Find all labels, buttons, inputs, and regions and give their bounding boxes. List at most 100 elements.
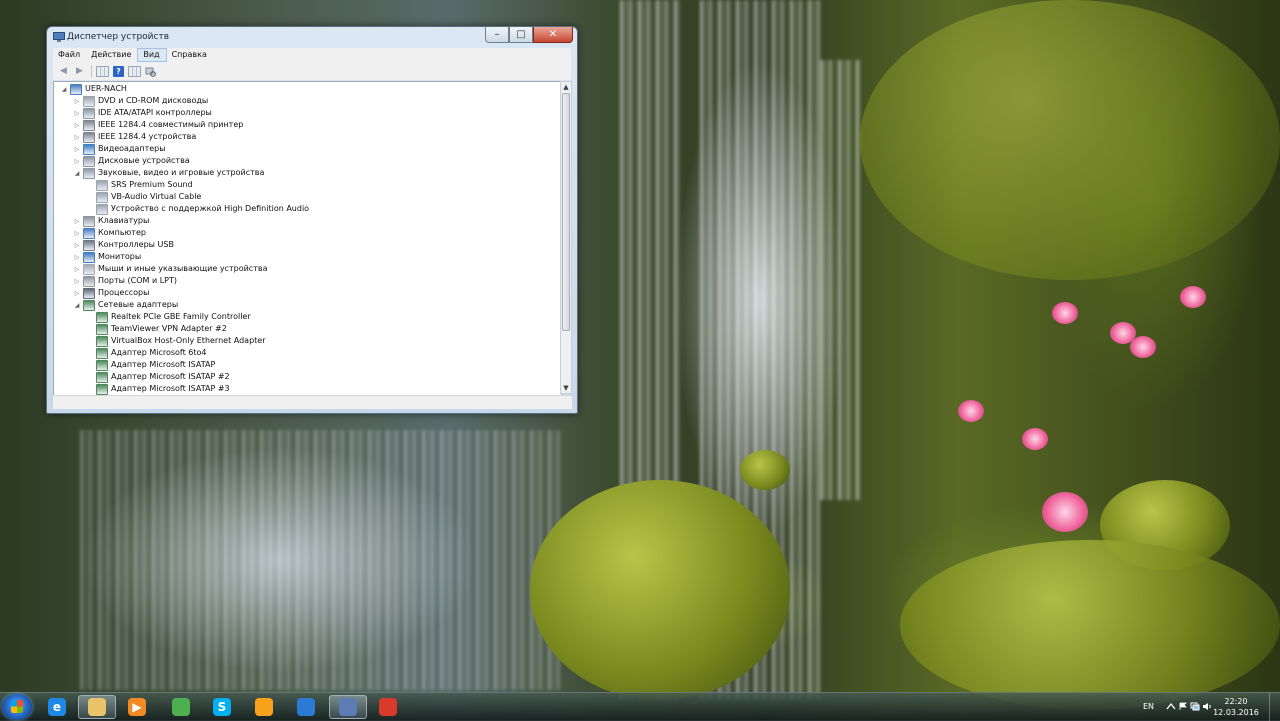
tree-item[interactable]: ▷ IEEE 1284.4 совместимый принтер: [73, 119, 243, 131]
moss-rock-decor: [740, 450, 790, 490]
taskbar-button[interactable]: [245, 695, 283, 719]
scroll-down-icon[interactable]: ▼: [561, 383, 571, 393]
tree-item[interactable]: ◢ Сетевые адаптеры: [73, 299, 178, 311]
tree-item[interactable]: ▷ Порты (COM и LPT): [73, 275, 177, 287]
tree-item[interactable]: ▷ Клавиатуры: [73, 215, 149, 227]
network-adapter-icon: [96, 347, 108, 359]
tree-item-label: Клавиатуры: [98, 216, 150, 225]
network-adapter-icon: [96, 335, 108, 347]
menu-action[interactable]: Действие: [86, 48, 137, 62]
tree-item-label: Адаптер Microsoft ISATAP #3: [111, 384, 230, 393]
system-clock[interactable]: 22:20 12.03.2016: [1206, 696, 1266, 718]
menu-help[interactable]: Справка: [167, 48, 213, 62]
view-grid-icon[interactable]: [128, 65, 141, 77]
vertical-scrollbar[interactable]: ▲ ▼: [560, 81, 572, 394]
tree-collapsed-icon[interactable]: ▷: [73, 266, 81, 273]
network-icon[interactable]: [1190, 702, 1200, 711]
tree-item[interactable]: ▷ IEEE 1284.4 устройства: [73, 131, 196, 143]
tree-collapsed-icon[interactable]: ▷: [73, 158, 81, 165]
toolbar-separator: [91, 65, 92, 77]
tree-item[interactable]: Адаптер Microsoft ISATAP #3: [86, 383, 230, 395]
tree-item[interactable]: ▷ DVD и CD-ROM дисководы: [73, 95, 208, 107]
help-icon[interactable]: ?: [112, 65, 125, 77]
properties-grid-icon[interactable]: [96, 65, 109, 77]
maximize-button[interactable]: □: [509, 27, 533, 43]
tree-item-label: Звуковые, видео и игровые устройства: [98, 168, 265, 177]
tree-item[interactable]: VirtualBox Host-Only Ethernet Adapter: [86, 335, 266, 347]
tree-item-label: Realtek PCIe GBE Family Controller: [111, 312, 251, 321]
close-button[interactable]: ✕: [533, 27, 573, 43]
taskbar-button[interactable]: e: [38, 695, 76, 719]
tree-item[interactable]: ▷ Дисковые устройства: [73, 155, 190, 167]
tree-item[interactable]: ▷ Компьютер: [73, 227, 146, 239]
notification-area: EN 22:20 12.03.2016: [1120, 693, 1280, 721]
action-center-flag-icon[interactable]: [1178, 702, 1188, 711]
title-bar[interactable]: Диспетчер устройств – □ ✕: [47, 27, 577, 49]
tree-item-label: Контроллеры USB: [98, 240, 174, 249]
taskbar-button[interactable]: [369, 695, 407, 719]
tree-collapsed-icon[interactable]: ▷: [73, 146, 81, 153]
device-tree[interactable]: ◢ UER-NACH ▷ DVD и CD-ROM дисководы ▷ IDE ATA…: [53, 81, 562, 396]
tree-collapsed-icon[interactable]: ▷: [73, 278, 81, 285]
show-desktop-button[interactable]: [1269, 693, 1280, 721]
windows-start-orb[interactable]: [2, 694, 32, 720]
tree-item[interactable]: ▷ Мыши и иные указывающие устройства: [73, 263, 267, 275]
tree-item[interactable]: VB-Audio Virtual Cable: [86, 191, 201, 203]
tree-item-label: Видеоадаптеры: [98, 144, 166, 153]
tree-item[interactable]: ▷ IDE ATA/ATAPI контроллеры: [73, 107, 212, 119]
tree-item[interactable]: ▷ Видеоадаптеры: [73, 143, 166, 155]
tree-item[interactable]: Адаптер Microsoft 6to4: [86, 347, 207, 359]
tree-item-label: Мыши и иные указывающие устройства: [98, 264, 268, 273]
tree-item[interactable]: Адаптер Microsoft ISATAP #2: [86, 371, 230, 383]
scroll-up-icon[interactable]: ▲: [561, 82, 571, 92]
scroll-thumb[interactable]: [562, 93, 570, 331]
network-globe-icon: [297, 698, 315, 716]
tree-item-label: VirtualBox Host-Only Ethernet Adapter: [111, 336, 266, 345]
tree-item[interactable]: Адаптер Microsoft ISATAP: [86, 359, 215, 371]
tree-collapsed-icon[interactable]: ▷: [73, 98, 81, 105]
tree-item[interactable]: ◢ UER-NACH: [60, 83, 127, 95]
taskbar-button[interactable]: [287, 695, 325, 719]
tree-collapsed-icon[interactable]: ▷: [73, 230, 81, 237]
tree-collapsed-icon[interactable]: ▷: [73, 242, 81, 249]
tree-collapsed-icon[interactable]: ▷: [73, 290, 81, 297]
taskbar-button[interactable]: ▶: [118, 695, 156, 719]
tree-collapsed-icon[interactable]: ▷: [73, 254, 81, 261]
tree-item-label: IEEE 1284.4 устройства: [98, 132, 197, 141]
back-arrow-icon[interactable]: ◀: [57, 66, 70, 77]
network-adapter-icon: [96, 371, 108, 383]
flower-decor: [1180, 286, 1206, 308]
tree-collapsed-icon[interactable]: ▷: [73, 110, 81, 117]
tree-item[interactable]: Устройство с поддержкой High Definition …: [86, 203, 309, 215]
taskbar-button[interactable]: [162, 695, 200, 719]
taskbar-button[interactable]: S: [203, 695, 241, 719]
tree-item[interactable]: Realtek PCIe GBE Family Controller: [86, 311, 251, 323]
language-indicator[interactable]: EN: [1143, 702, 1154, 711]
tree-item-label: Дисковые устройства: [98, 156, 190, 165]
printer-icon: [83, 131, 95, 143]
disk-drive-icon: [83, 155, 95, 167]
tree-item[interactable]: ▷ Контроллеры USB: [73, 239, 174, 251]
tree-expanded-icon[interactable]: ◢: [60, 86, 68, 93]
forward-arrow-icon[interactable]: ▶: [73, 66, 86, 77]
tree-item[interactable]: ▷ Процессоры: [73, 287, 149, 299]
tree-collapsed-icon[interactable]: ▷: [73, 122, 81, 129]
tree-item-label: IEEE 1284.4 совместимый принтер: [98, 120, 244, 129]
tree-item[interactable]: SRS Premium Sound: [86, 179, 193, 191]
tree-collapsed-icon[interactable]: ▷: [73, 134, 81, 141]
tree-expanded-icon[interactable]: ◢: [73, 302, 81, 309]
tree-item[interactable]: TeamViewer VPN Adapter #2: [86, 323, 227, 335]
tree-item[interactable]: ◢ Звуковые, видео и игровые устройства: [73, 167, 264, 179]
tree-expanded-icon[interactable]: ◢: [73, 170, 81, 177]
tray-arrow-icon[interactable]: [1166, 702, 1176, 711]
taskbar-button[interactable]: [329, 695, 367, 719]
speaker-icon: [96, 179, 108, 191]
scan-hardware-icon[interactable]: [144, 66, 157, 77]
tree-item[interactable]: ▷ Мониторы: [73, 251, 141, 263]
network-adapter-icon: [83, 299, 95, 311]
taskbar-button[interactable]: [78, 695, 116, 719]
tree-collapsed-icon[interactable]: ▷: [73, 218, 81, 225]
minimize-button[interactable]: –: [485, 27, 509, 43]
menu-file[interactable]: Файл: [53, 48, 86, 62]
menu-view[interactable]: Вид: [137, 48, 167, 62]
